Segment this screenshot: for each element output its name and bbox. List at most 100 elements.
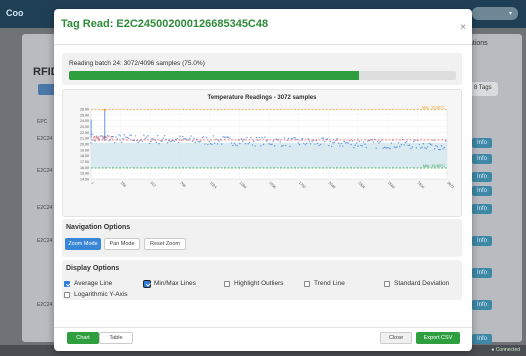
- data-point: [205, 136, 208, 139]
- standard-deviation-checkbox[interactable]: [384, 280, 390, 287]
- background-tags-button[interactable]: 8 Tags: [470, 82, 498, 96]
- data-point: [400, 143, 402, 146]
- close-icon[interactable]: ×: [460, 22, 466, 33]
- data-point: [248, 141, 251, 144]
- data-point: [271, 143, 273, 146]
- x-tick-label: 256: [120, 181, 127, 188]
- display-options-heading: Display Options: [66, 265, 120, 272]
- data-point: [337, 142, 340, 144]
- navigation-options-heading: Navigation Options: [66, 224, 131, 231]
- background-info-button[interactable]: Info: [472, 138, 492, 148]
- data-point: [285, 144, 287, 147]
- average-line-option[interactable]: Average Line: [64, 280, 112, 287]
- data-point: [212, 135, 215, 137]
- data-point: [247, 143, 249, 145]
- data-point: [137, 141, 139, 144]
- chart-canvas[interactable]: 26.0025.00 24.00 23.00 22.00 21.00 20.0019.00…: [63, 90, 463, 218]
- data-point: [161, 140, 163, 142]
- data-point: [143, 134, 145, 136]
- min-max-lines-option[interactable]: Min/Max Lines: [144, 280, 196, 287]
- average-line-checkbox[interactable]: [64, 280, 70, 287]
- chart-tab-button[interactable]: Chart: [67, 332, 99, 344]
- temperature-chart[interactable]: Temperature Readings - 3072 samples 26.0…: [62, 89, 462, 217]
- data-point: [182, 135, 184, 138]
- data-point: [211, 143, 213, 146]
- data-point: [403, 144, 405, 146]
- export-csv-button[interactable]: Export CSV: [416, 332, 460, 344]
- data-point: [354, 144, 357, 146]
- data-point: [372, 141, 375, 143]
- data-point: [329, 140, 331, 143]
- background-info-button[interactable]: Info: [472, 334, 492, 344]
- data-point: [419, 147, 422, 149]
- background-info-button[interactable]: Info: [472, 300, 492, 310]
- y-tick-label: 14.00: [80, 178, 89, 182]
- data-point: [350, 143, 352, 146]
- data-point: [428, 142, 430, 145]
- x-tick-label: 2560: [387, 181, 395, 189]
- data-point: [360, 144, 362, 147]
- background-info-button[interactable]: Info: [472, 172, 492, 182]
- data-point: [310, 143, 312, 145]
- data-point: [351, 140, 354, 142]
- data-point: [410, 147, 412, 150]
- data-point: [415, 147, 418, 149]
- user-menu-pill[interactable]: ▾: [472, 7, 518, 20]
- data-point: [339, 145, 341, 147]
- y-tick-label: 23.00: [80, 125, 89, 129]
- data-point: [438, 148, 440, 151]
- background-info-button[interactable]: Info: [472, 154, 492, 164]
- background-info-button[interactable]: Info: [472, 204, 492, 214]
- highlight-outliers-checkbox[interactable]: [224, 280, 230, 287]
- background-list-item: E2C24: [37, 136, 53, 142]
- data-point: [240, 138, 242, 140]
- data-point: [200, 140, 202, 143]
- data-point: [207, 143, 209, 146]
- data-point: [253, 140, 255, 143]
- data-point: [273, 145, 276, 147]
- data-point: [386, 146, 388, 149]
- min-max-lines-label: Min/Max Lines: [154, 280, 196, 287]
- data-point: [361, 145, 363, 147]
- data-point: [287, 137, 290, 140]
- data-point: [426, 146, 429, 148]
- data-point: [189, 137, 191, 140]
- close-button[interactable]: Close: [380, 332, 412, 344]
- background-info-button[interactable]: Info: [472, 268, 492, 278]
- background-list-item: E2C24: [37, 302, 53, 308]
- data-point: [407, 144, 409, 147]
- min-max-lines-checkbox[interactable]: [144, 280, 150, 287]
- data-point: [397, 141, 400, 144]
- logarithmic-y-axis-option[interactable]: Logarithmic Y-Axis: [64, 291, 127, 298]
- data-point: [234, 144, 237, 146]
- pan-mode-button[interactable]: Pan Mode: [104, 238, 140, 250]
- logarithmic-y-axis-checkbox[interactable]: [64, 291, 70, 298]
- data-point: [432, 139, 434, 141]
- data-point: [393, 146, 395, 148]
- app-logo: Coo: [6, 8, 24, 18]
- data-point: [421, 146, 423, 149]
- data-point: [301, 138, 304, 140]
- reference-line-label: Max: 25.86°C: [422, 106, 445, 110]
- trend-line-checkbox[interactable]: [304, 280, 310, 287]
- table-tab-button[interactable]: Table: [99, 332, 133, 344]
- background-info-button[interactable]: Info: [472, 236, 492, 246]
- x-tick-label: 1: [90, 181, 94, 185]
- display-options-panel: Display Options Average Line Min/Max Lin…: [62, 260, 462, 300]
- data-point: [204, 143, 206, 145]
- reference-line-label: Min: 15.89°C: [423, 164, 445, 168]
- reset-zoom-button[interactable]: Reset Zoom: [144, 238, 186, 250]
- background-info-button[interactable]: Info: [472, 186, 492, 196]
- data-point: [125, 136, 127, 138]
- data-point: [336, 138, 338, 140]
- data-point: [243, 138, 245, 141]
- data-point: [260, 145, 262, 147]
- data-point: [155, 141, 158, 144]
- trend-line-option[interactable]: Trend Line: [304, 280, 345, 287]
- navigation-options-panel: Navigation Options Zoom Mode Pan Mode Re…: [62, 219, 462, 257]
- zoom-mode-button[interactable]: Zoom Mode: [65, 238, 101, 250]
- data-point: [179, 135, 181, 137]
- highlight-outliers-option[interactable]: Highlight Outliers: [224, 280, 284, 287]
- reading-progress-panel: Reading batch 24: 3072/4096 samples (75.…: [62, 53, 462, 85]
- standard-deviation-option[interactable]: Standard Deviation: [384, 280, 449, 287]
